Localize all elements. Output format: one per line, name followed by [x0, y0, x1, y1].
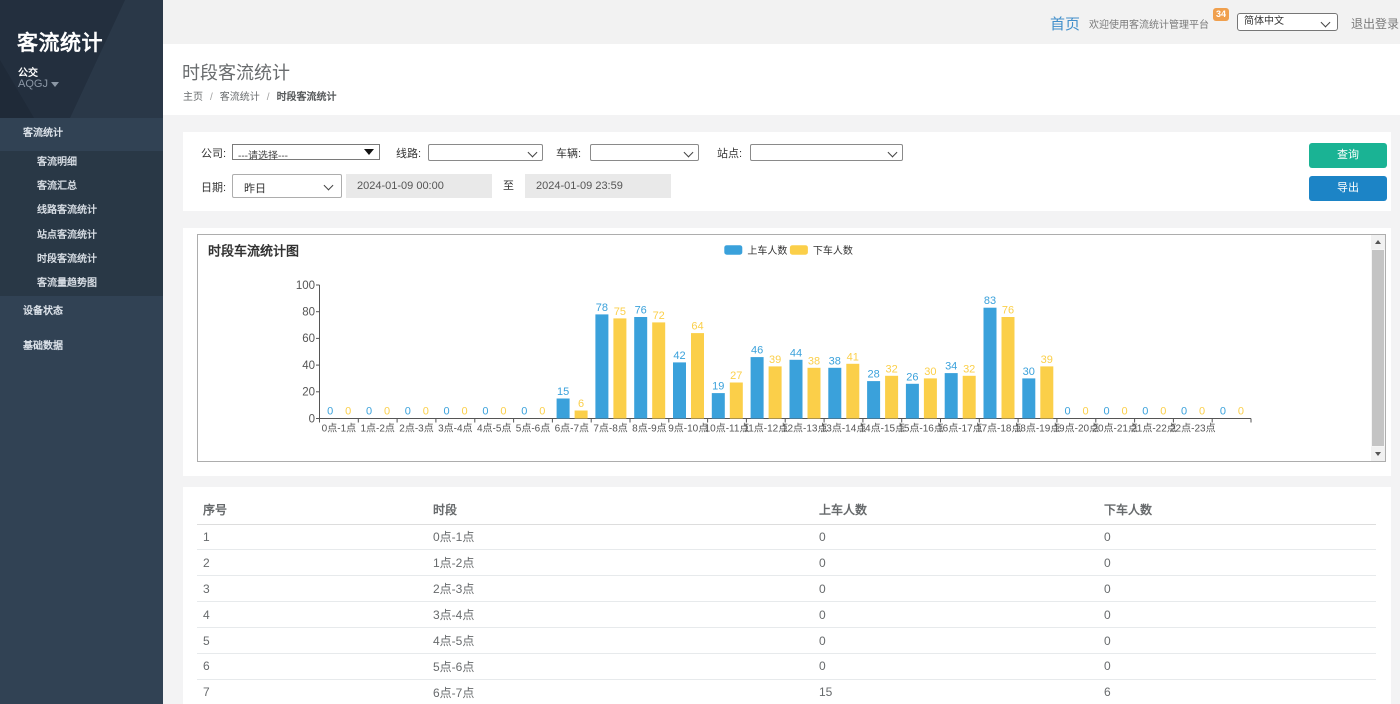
svg-text:83: 83	[984, 295, 996, 307]
svg-text:100: 100	[296, 279, 315, 291]
svg-text:0: 0	[500, 405, 506, 417]
svg-text:下车人数: 下车人数	[813, 243, 853, 256]
svg-text:0: 0	[1220, 405, 1226, 417]
svg-text:0: 0	[1065, 405, 1071, 417]
svg-text:64: 64	[691, 320, 703, 332]
svg-text:20: 20	[302, 386, 315, 398]
svg-text:32: 32	[885, 363, 897, 375]
svg-text:0: 0	[521, 405, 527, 417]
svg-text:6点-7点: 6点-7点	[555, 422, 589, 434]
svg-text:0: 0	[327, 405, 333, 417]
svg-text:39: 39	[769, 353, 781, 365]
svg-text:0: 0	[309, 413, 315, 425]
svg-text:0点-1点: 0点-1点	[322, 422, 356, 434]
svg-text:38: 38	[829, 355, 841, 367]
svg-text:28: 28	[867, 368, 879, 380]
svg-text:0: 0	[405, 405, 411, 417]
svg-text:38: 38	[808, 355, 820, 367]
svg-text:34: 34	[945, 360, 957, 372]
svg-text:上车人数: 上车人数	[747, 243, 787, 256]
svg-text:0: 0	[423, 405, 429, 417]
svg-text:15: 15	[557, 386, 569, 398]
svg-text:7点-8点: 7点-8点	[593, 422, 627, 434]
svg-text:8点-9点: 8点-9点	[632, 422, 666, 434]
svg-text:0: 0	[1142, 405, 1148, 417]
svg-text:76: 76	[635, 304, 647, 316]
svg-text:75: 75	[614, 305, 626, 317]
svg-text:60: 60	[302, 333, 315, 345]
svg-text:30: 30	[1023, 365, 1035, 377]
svg-text:0: 0	[384, 405, 390, 417]
svg-text:2点-3点: 2点-3点	[399, 422, 433, 434]
svg-text:22点-23点: 22点-23点	[1170, 422, 1216, 434]
svg-text:0: 0	[444, 405, 450, 417]
svg-text:1点-2点: 1点-2点	[360, 422, 394, 434]
svg-text:时段车流统计图: 时段车流统计图	[208, 243, 299, 258]
svg-text:46: 46	[751, 344, 763, 356]
svg-text:0: 0	[1121, 405, 1127, 417]
svg-text:6: 6	[578, 398, 584, 410]
svg-text:3点-4点: 3点-4点	[438, 422, 472, 434]
svg-text:4点-5点: 4点-5点	[477, 422, 511, 434]
svg-text:0: 0	[1103, 405, 1109, 417]
svg-text:0: 0	[1181, 405, 1187, 417]
svg-text:27: 27	[730, 370, 742, 382]
svg-text:19: 19	[712, 380, 724, 392]
svg-text:0: 0	[345, 405, 351, 417]
svg-text:0: 0	[1238, 405, 1244, 417]
svg-text:72: 72	[653, 309, 665, 321]
svg-text:32: 32	[963, 363, 975, 375]
svg-text:39: 39	[1041, 353, 1053, 365]
svg-text:5点-6点: 5点-6点	[516, 422, 550, 434]
svg-text:0: 0	[482, 405, 488, 417]
svg-text:0: 0	[366, 405, 372, 417]
svg-text:41: 41	[847, 351, 859, 363]
svg-text:0: 0	[1083, 405, 1089, 417]
svg-text:30: 30	[924, 365, 936, 377]
svg-text:80: 80	[302, 306, 315, 318]
svg-text:0: 0	[539, 405, 545, 417]
svg-text:76: 76	[1002, 304, 1014, 316]
svg-text:26: 26	[906, 371, 918, 383]
svg-text:0: 0	[1160, 405, 1166, 417]
svg-text:42: 42	[673, 349, 685, 361]
svg-text:40: 40	[302, 359, 315, 371]
svg-text:9点-10点: 9点-10点	[668, 422, 708, 434]
svg-text:44: 44	[790, 347, 802, 359]
svg-text:0: 0	[1199, 405, 1205, 417]
svg-text:0: 0	[462, 405, 468, 417]
svg-text:78: 78	[596, 301, 608, 313]
